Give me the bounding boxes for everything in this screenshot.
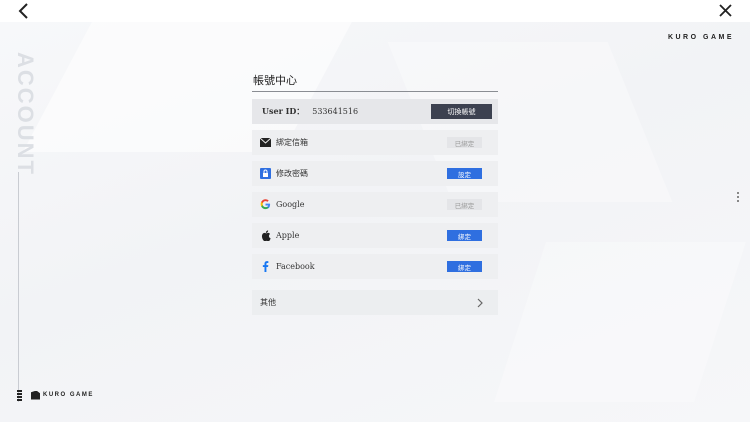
brand-logo-top: KURO GAME: [667, 34, 734, 41]
apple-icon: [260, 230, 271, 241]
facebook-icon: [260, 261, 271, 272]
row-label: 其他: [260, 298, 276, 307]
bind-apple-button[interactable]: 綁定: [447, 230, 482, 241]
row-label: 修改密碼: [276, 169, 308, 178]
kuro-logo-icon: [31, 390, 40, 400]
change-password-row: 修改密碼 設定: [252, 161, 498, 186]
lock-icon: [260, 168, 271, 179]
user-id-row: User ID： 533641516 切換帳號: [252, 99, 498, 124]
google-icon: [260, 199, 271, 210]
facebook-row: Facebook 綁定: [252, 254, 498, 279]
brand-logo-text: KURO GAME: [43, 392, 94, 398]
background-shard: [494, 242, 746, 402]
other-options-row[interactable]: 其他: [252, 290, 498, 315]
bars-icon: [17, 389, 22, 401]
row-label: 綁定信箱: [276, 138, 308, 147]
set-password-button[interactable]: 設定: [447, 168, 482, 179]
close-icon: [719, 4, 732, 17]
panel-title: 帳號中心: [252, 72, 498, 92]
brand-logo-bottom: KURO GAME: [17, 389, 94, 401]
back-button[interactable]: [14, 2, 34, 20]
close-button[interactable]: [716, 2, 736, 20]
user-id-label: User ID：: [262, 106, 305, 116]
top-bar: [0, 0, 750, 22]
bound-status-badge: 已綁定: [447, 199, 482, 210]
mail-icon: [260, 137, 271, 148]
account-center-panel: 帳號中心 User ID： 533641516 切換帳號 綁定信箱 已綁定 修改…: [252, 72, 498, 315]
row-label: Facebook: [276, 262, 315, 271]
side-handle[interactable]: [737, 192, 740, 202]
chevron-left-icon: [18, 3, 28, 19]
switch-account-button[interactable]: 切換帳號: [431, 104, 492, 119]
user-id-value: 533641516: [312, 107, 359, 116]
row-label: Google: [276, 200, 305, 209]
account-vertical-word: ACCOUNT: [13, 52, 38, 176]
bind-email-row: 綁定信箱 已綁定: [252, 130, 498, 155]
decorative-line: [18, 172, 19, 402]
chevron-right-icon: [477, 298, 483, 307]
apple-row: Apple 綁定: [252, 223, 498, 248]
row-label: Apple: [276, 231, 300, 240]
google-row: Google 已綁定: [252, 192, 498, 217]
bound-status-badge: 已綁定: [447, 137, 482, 148]
bind-facebook-button[interactable]: 綁定: [447, 261, 482, 272]
